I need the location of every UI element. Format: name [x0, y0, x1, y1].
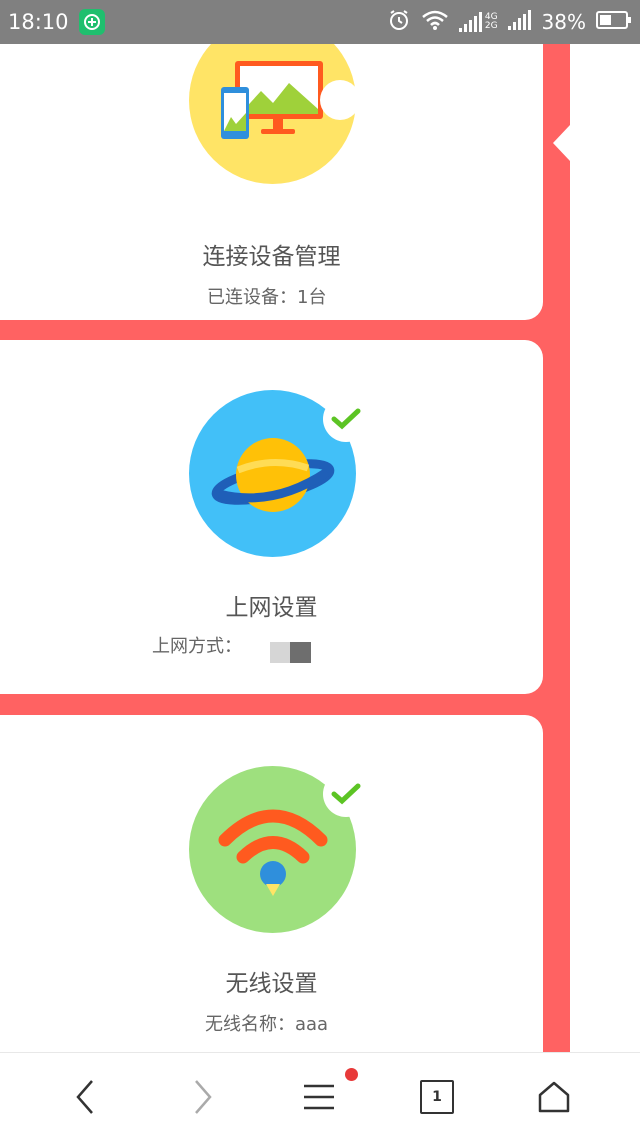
card-description: 无线名称：aaa: [205, 1010, 328, 1036]
battery-icon: [596, 10, 632, 34]
card-description: 已连设备：1台: [207, 283, 326, 309]
menu-icon[interactable]: [297, 1075, 341, 1119]
desc-label: 上网方式：: [152, 636, 242, 657]
network-2g-label: 2G: [484, 21, 498, 31]
notification-dot: [345, 1068, 358, 1081]
side-panel-notch: [553, 125, 570, 161]
wifi-signal-icon: [421, 9, 449, 35]
card-title: 上网设置: [225, 595, 318, 621]
checkmark-icon: [323, 771, 369, 817]
checkmark-icon: [323, 396, 369, 442]
card-internet-settings[interactable]: 上网设置 上网方式：: [0, 340, 543, 694]
cellular-signal-2: [507, 10, 532, 34]
battery-percent: 38%: [541, 10, 586, 34]
desc-label: 已连设备：: [207, 287, 297, 308]
tab-count: 1: [420, 1080, 454, 1114]
browser-bottom-nav: 1: [0, 1052, 640, 1138]
card-wireless-settings[interactable]: 无线设置 无线名称：aaa: [0, 715, 543, 1052]
notification-app-icon: [78, 9, 105, 35]
status-bar: 18:10 4G 2G 38%: [0, 0, 640, 44]
side-panel-edge: [570, 44, 640, 1052]
desc-value: 1台: [297, 287, 327, 308]
status-time: 18:10: [8, 10, 69, 34]
alarm-icon: [387, 8, 411, 36]
cellular-signal-1: 4G 2G: [458, 12, 498, 32]
desc-label: 无线名称：: [205, 1014, 295, 1035]
home-icon[interactable]: [532, 1075, 576, 1119]
card-device-management[interactable]: 连接设备管理 已连设备：1台: [0, 44, 543, 320]
card-title: 无线设置: [225, 971, 318, 997]
settings-panel: 连接设备管理 已连设备：1台 上网设置 上网方式： 无线设置 无线名称：aaa: [0, 44, 570, 1052]
back-icon[interactable]: [64, 1075, 108, 1119]
card-title: 连接设备管理: [202, 244, 341, 270]
tabs-icon[interactable]: 1: [415, 1075, 459, 1119]
masked-value-placeholder: [270, 642, 311, 663]
forward-icon[interactable]: [180, 1075, 224, 1119]
card-corner-notch: [320, 80, 360, 120]
desc-value: aaa: [295, 1014, 329, 1035]
card-description: 上网方式：: [152, 632, 242, 658]
